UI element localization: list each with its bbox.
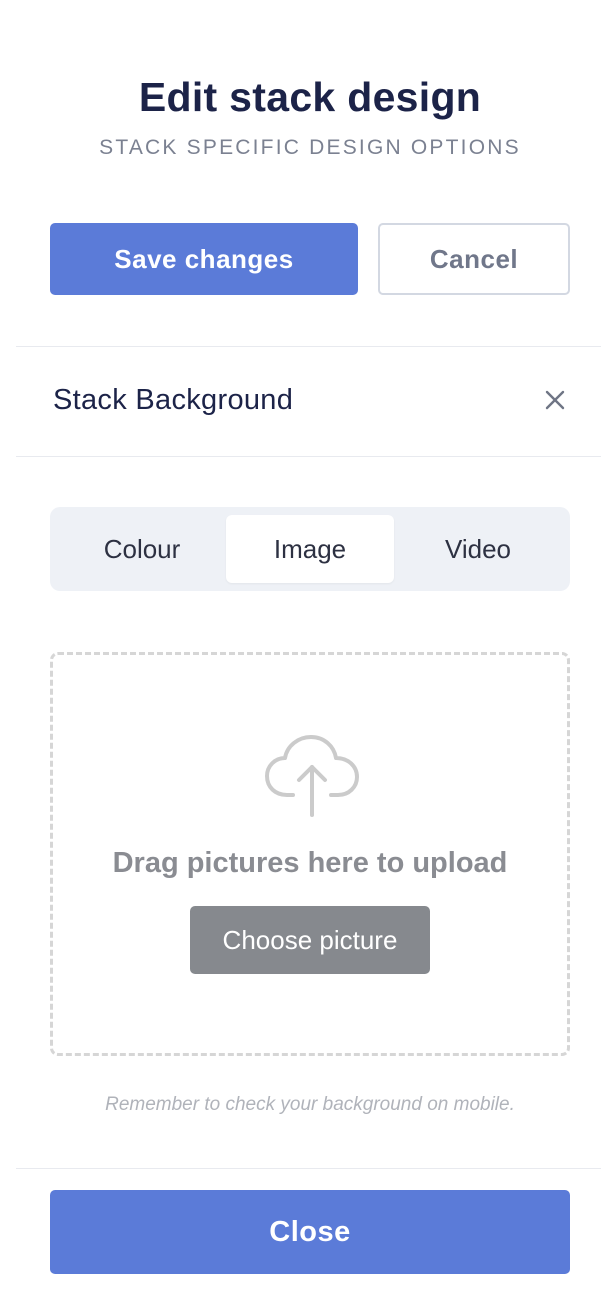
cloud-upload-icon bbox=[265, 733, 361, 819]
close-icon[interactable] bbox=[540, 386, 570, 416]
tab-video[interactable]: Video bbox=[394, 515, 562, 583]
tab-image[interactable]: Image bbox=[226, 515, 394, 583]
choose-picture-button[interactable]: Choose picture bbox=[190, 906, 430, 974]
save-changes-button[interactable]: Save changes bbox=[50, 223, 358, 295]
section-title: Stack Background bbox=[53, 384, 294, 416]
drag-upload-text: Drag pictures here to upload bbox=[112, 847, 508, 879]
upload-dropzone[interactable]: Drag pictures here to upload Choose pict… bbox=[50, 652, 570, 1056]
mobile-reminder-text: Remember to check your background on mob… bbox=[105, 1094, 515, 1115]
cancel-button[interactable]: Cancel bbox=[378, 223, 570, 295]
divider-top bbox=[16, 346, 601, 347]
page-subtitle: STACK SPECIFIC DESIGN OPTIONS bbox=[99, 136, 521, 159]
divider-section bbox=[16, 456, 601, 457]
divider-bottom bbox=[16, 1168, 601, 1169]
background-type-tabs: Colour Image Video bbox=[50, 507, 570, 591]
page-title: Edit stack design bbox=[138, 74, 482, 120]
close-button[interactable]: Close bbox=[50, 1190, 570, 1274]
tab-colour[interactable]: Colour bbox=[58, 515, 226, 583]
